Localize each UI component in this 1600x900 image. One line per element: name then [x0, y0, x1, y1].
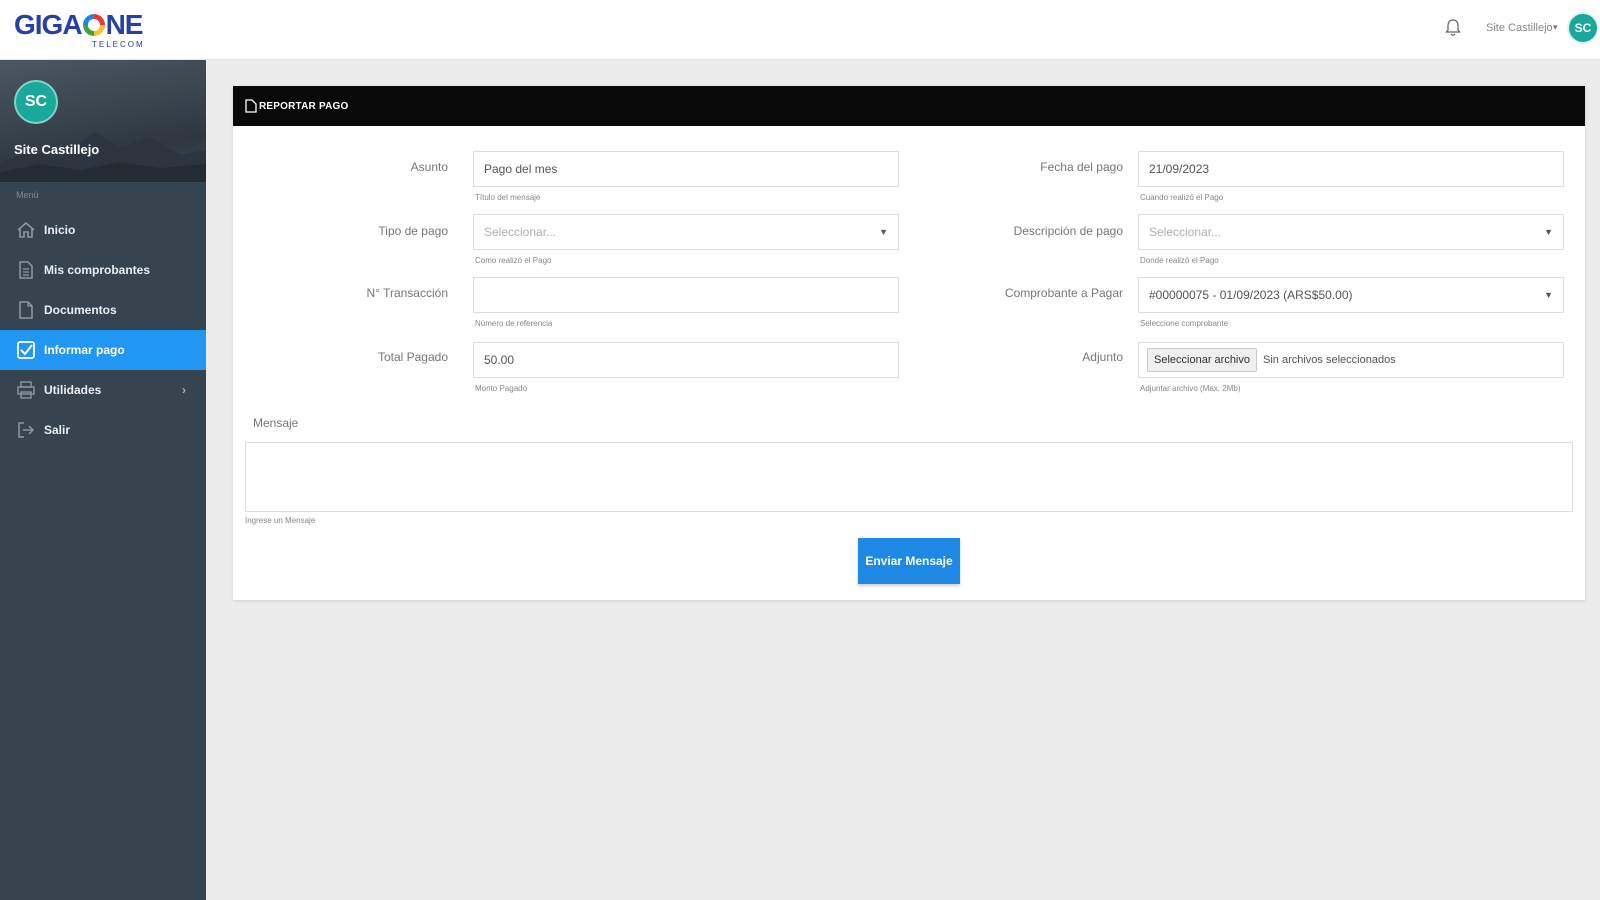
sidebar-item-label: Informar pago — [44, 343, 125, 357]
mensaje-textarea[interactable] — [245, 442, 1573, 512]
tipo-pago-label: Tipo de pago — [378, 224, 448, 238]
comprobante-value: #00000075 - 01/09/2023 (ARS$50.00) — [1149, 288, 1353, 302]
transaccion-help: Número de referencia — [475, 319, 553, 328]
home-icon — [16, 220, 36, 240]
fecha-label: Fecha del pago — [1040, 160, 1123, 174]
total-input[interactable]: 50.00 — [473, 342, 899, 378]
transaccion-input[interactable] — [473, 277, 899, 313]
bell-icon[interactable] — [1444, 18, 1462, 38]
fecha-input[interactable]: 21/09/2023 — [1138, 151, 1564, 187]
mensaje-help: Ingrese un Mensaje — [245, 516, 316, 525]
file-status: Sin archivos seleccionados — [1263, 354, 1396, 366]
user-menu-name[interactable]: Site Castillejo — [1486, 22, 1553, 34]
sidebar-item-label: Salir — [44, 423, 71, 437]
descripcion-help: Donde realizó el Pago — [1140, 256, 1219, 265]
sidebar: SC Site Castillejo Menú Inicio Mis compr… — [0, 60, 206, 900]
tipo-pago-help: Como realizó el Pago — [475, 256, 552, 265]
sidebar-item-inicio[interactable]: Inicio — [0, 210, 206, 250]
card-header: REPORTAR PAGO — [233, 86, 1585, 126]
sidebar-user-name: Site Castillejo — [14, 142, 100, 157]
sidebar-item-label: Utilidades — [44, 383, 102, 397]
tipo-pago-value: Seleccionar... — [484, 225, 557, 239]
total-label: Total Pagado — [377, 350, 448, 364]
caret-down-icon: ▼ — [1544, 227, 1553, 237]
logo-o-icon — [82, 14, 105, 36]
caret-down-icon[interactable]: ▾ — [1553, 22, 1558, 33]
sidebar-item-salir[interactable]: Salir — [0, 410, 206, 450]
transaccion-label: N° Transacción — [366, 286, 449, 300]
sidebar-item-label: Documentos — [44, 303, 117, 317]
file-icon — [16, 260, 36, 280]
sidebar-item-informar-pago[interactable]: Informar pago — [0, 330, 206, 370]
send-message-button[interactable]: Enviar Mensaje — [858, 538, 960, 584]
company-logo[interactable]: GIGA NE TELECOM — [14, 9, 145, 52]
sidebar-item-label: Inicio — [44, 223, 76, 237]
caret-down-icon: ▼ — [879, 227, 888, 237]
choose-file-button[interactable]: Seleccionar archivo — [1147, 348, 1257, 372]
sidebar-item-label: Mis comprobantes — [44, 263, 151, 277]
adjunto-file-input: Seleccionar archivo Sin archivos selecci… — [1138, 342, 1564, 378]
caret-down-icon: ▼ — [1544, 290, 1553, 300]
comprobante-help: Seleccione comprobante — [1140, 319, 1229, 328]
document-icon — [245, 99, 257, 113]
card-title: REPORTAR PAGO — [259, 100, 349, 112]
chevron-right-icon: › — [182, 383, 186, 397]
sidebar-item-documentos[interactable]: Documentos — [0, 290, 206, 330]
avatar[interactable]: SC — [1567, 12, 1599, 44]
checkbox-icon — [16, 340, 36, 360]
comprobante-label: Comprobante a Pagar — [1004, 286, 1123, 300]
logo-text-end: NE — [105, 9, 144, 40]
document-icon — [16, 300, 36, 320]
sidebar-item-utilidades[interactable]: Utilidades › — [0, 370, 206, 410]
menu-section-label: Menú — [16, 190, 39, 200]
descripcion-select[interactable]: Seleccionar... ▼ — [1138, 214, 1564, 250]
printer-icon — [16, 380, 36, 400]
total-help: Monto Pagado — [475, 384, 528, 393]
logout-icon — [16, 420, 36, 440]
logo-text-start: GIGA — [14, 9, 83, 40]
tipo-pago-select[interactable]: Seleccionar... ▼ — [473, 214, 899, 250]
sidebar-profile: SC Site Castillejo — [0, 60, 206, 182]
adjunto-help: Adjuntar archivo (Max. 2Mb) — [1140, 384, 1241, 393]
descripcion-label: Descripción de pago — [1013, 224, 1123, 238]
mensaje-label: Mensaje — [253, 416, 299, 430]
top-bar: GIGA NE TELECOM Site Castillejo ▾ SC — [0, 0, 1600, 60]
asunto-label: Asunto — [410, 160, 448, 174]
sidebar-item-mis-comprobantes[interactable]: Mis comprobantes — [0, 250, 206, 290]
sidebar-avatar: SC — [14, 80, 58, 124]
descripcion-value: Seleccionar... — [1149, 225, 1222, 239]
report-payment-card: REPORTAR PAGO Asunto Pago del mes Título… — [233, 86, 1585, 600]
asunto-input[interactable]: Pago del mes — [473, 151, 899, 187]
asunto-help: Título del mensaje — [475, 193, 541, 202]
fecha-help: Cuando realizó el Pago — [1140, 193, 1224, 202]
comprobante-select[interactable]: #00000075 - 01/09/2023 (ARS$50.00) ▼ — [1138, 277, 1564, 313]
adjunto-label: Adjunto — [1082, 350, 1123, 364]
logo-subtitle: TELECOM — [92, 40, 145, 49]
